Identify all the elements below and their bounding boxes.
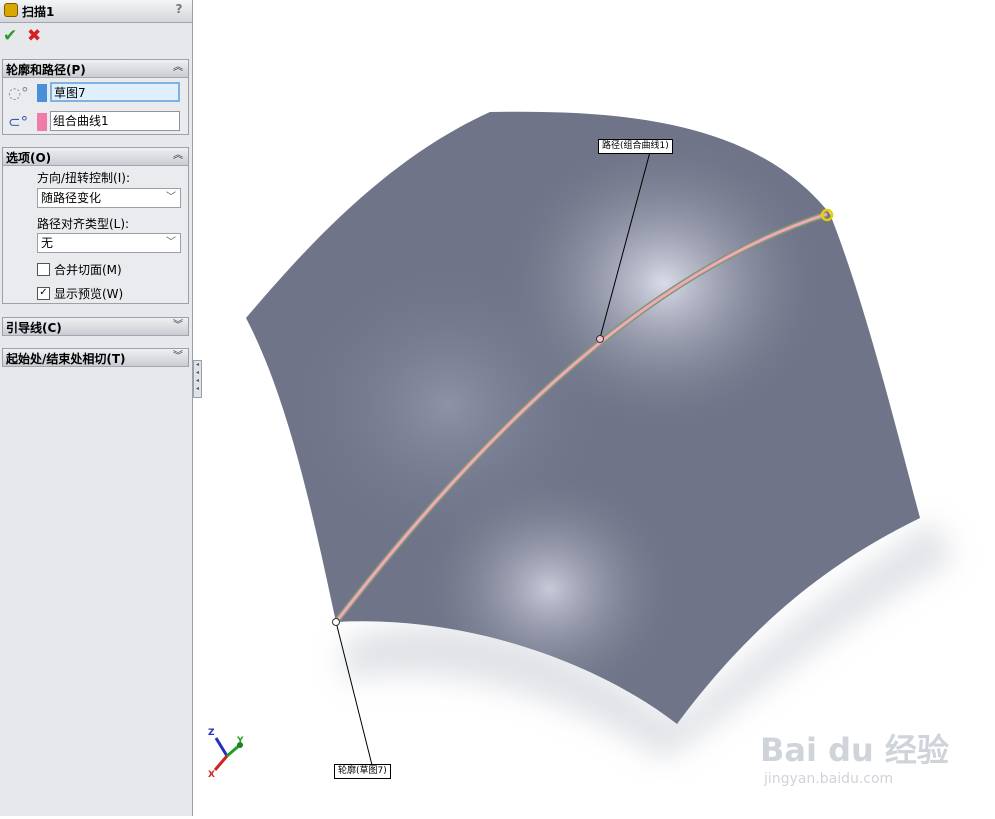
y-axis-label: Y	[237, 736, 244, 746]
sweep-feature-icon	[4, 3, 18, 17]
expand-down-icon[interactable]: ︾	[171, 349, 185, 364]
orientation-dropdown[interactable]: 随路径变化 ﹀	[37, 188, 181, 208]
path-color-swatch	[37, 113, 47, 131]
align-label: 路径对齐类型(L):	[37, 217, 130, 231]
property-manager-panel: 扫描1 ? ✔ ✖ 轮廓和路径(P) ︽ ◌° 草图7 ⊂° 组合曲线1 选项(…	[0, 0, 193, 816]
help-button[interactable]: ?	[172, 2, 186, 18]
profile-path-header[interactable]: 轮廓和路径(P) ︽	[3, 60, 188, 78]
feature-title: 扫描1	[22, 5, 55, 19]
tangency-header[interactable]: 起始处/结束处相切(T) ︾	[3, 349, 188, 367]
guide-curves-group[interactable]: 引导线(C) ︾	[2, 317, 189, 336]
options-group: 选项(O) ︽ 方向/扭转控制(I): 随路径变化 ﹀ 路径对齐类型(L): 无…	[2, 147, 189, 304]
orientation-label: 方向/扭转控制(I):	[37, 171, 130, 185]
profile-selection-box[interactable]: 草图7	[50, 82, 180, 102]
orientation-value: 随路径变化	[41, 191, 102, 205]
path-selection-row: ⊂° 组合曲线1	[3, 111, 188, 135]
group-title: 起始处/结束处相切(T)	[6, 352, 126, 366]
show-preview-checkbox[interactable]: ✓ 显示预览(W)	[37, 285, 123, 301]
watermark-logo: Bai du 经验	[760, 731, 949, 769]
confirm-row: ✔ ✖	[0, 26, 192, 50]
checkbox-checked[interactable]: ✓	[37, 287, 50, 300]
reference-triad: Z Y X	[205, 728, 253, 782]
profile-color-swatch	[37, 84, 47, 102]
guide-curves-header[interactable]: 引导线(C) ︾	[3, 318, 188, 336]
cancel-button[interactable]: ✖	[27, 26, 41, 46]
feature-titlebar: 扫描1 ?	[0, 0, 192, 23]
group-title: 引导线(C)	[6, 321, 62, 335]
align-dropdown[interactable]: 无 ﹀	[37, 233, 181, 253]
z-axis-label: Z	[208, 728, 215, 738]
path-selection-box[interactable]: 组合曲线1	[50, 111, 180, 131]
expand-down-icon[interactable]: ︾	[171, 318, 185, 333]
group-title: 轮廓和路径(P)	[6, 63, 86, 77]
x-axis-label: X	[208, 770, 215, 780]
merge-faces-checkbox[interactable]: 合并切面(M)	[37, 261, 122, 277]
profile-path-group: 轮廓和路径(P) ︽ ◌° 草图7 ⊂° 组合曲线1	[2, 59, 189, 135]
show-preview-label: 显示预览(W)	[54, 287, 124, 301]
path-icon: ⊂°	[8, 113, 29, 131]
profile-point-marker[interactable]	[332, 618, 340, 626]
model-view	[246, 111, 954, 766]
profile-callout[interactable]: 轮廓(草图7)	[334, 764, 391, 779]
options-header[interactable]: 选项(O) ︽	[3, 148, 188, 166]
path-midpoint-marker[interactable]	[596, 335, 604, 343]
profile-selection-row: ◌° 草图7	[3, 82, 188, 106]
watermark-url: jingyan.baidu.com	[764, 771, 894, 787]
collapse-up-icon[interactable]: ︽	[171, 60, 185, 75]
collapse-up-icon[interactable]: ︽	[171, 148, 185, 163]
profile-icon: ◌°	[8, 84, 29, 102]
checkbox-unchecked[interactable]	[37, 263, 50, 276]
chevron-down-icon: ﹀	[166, 237, 176, 248]
group-title: 选项(O)	[6, 151, 52, 165]
graphics-viewport[interactable]: 路径(组合曲线1) 轮廓(草图7)	[194, 0, 995, 816]
tangency-group[interactable]: 起始处/结束处相切(T) ︾	[2, 348, 189, 367]
merge-faces-label: 合并切面(M)	[54, 263, 122, 277]
baidu-watermark: Bai du 经验 jingyan.baidu.com	[760, 703, 980, 803]
path-callout[interactable]: 路径(组合曲线1)	[598, 139, 673, 154]
chevron-down-icon: ﹀	[166, 192, 176, 203]
ok-button[interactable]: ✔	[3, 26, 17, 46]
align-value: 无	[41, 236, 54, 250]
